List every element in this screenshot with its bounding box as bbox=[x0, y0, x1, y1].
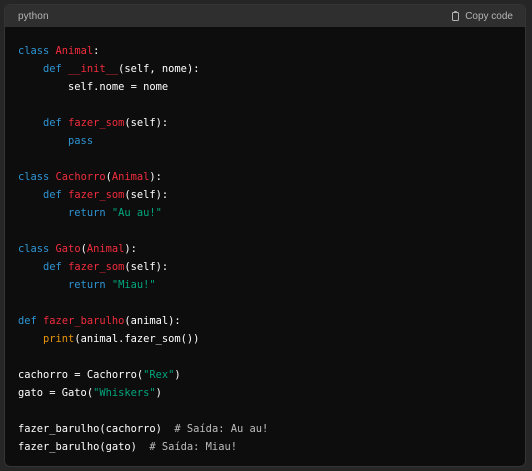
code-text: cachorro = Cachorro( bbox=[18, 368, 144, 381]
identifier-token: fazer_barulho bbox=[43, 314, 125, 327]
code-text: (self): bbox=[124, 116, 169, 129]
code-line: class Animal: bbox=[18, 42, 525, 60]
identifier-token: fazer_som bbox=[68, 116, 125, 129]
keyword-token: pass bbox=[68, 134, 94, 147]
code-text: : bbox=[93, 44, 100, 57]
code-text: (self): bbox=[124, 260, 169, 273]
code-line: pass bbox=[18, 132, 525, 150]
code-line: def fazer_barulho(animal): bbox=[18, 312, 525, 330]
code-text: gato = Gato( bbox=[18, 386, 94, 399]
keyword-token: def bbox=[18, 314, 37, 327]
code-block-header: python Copy code bbox=[5, 5, 525, 27]
identifier-token: Animal bbox=[55, 44, 94, 57]
code-line: self.nome = nome bbox=[18, 78, 525, 96]
code-line: def fazer_som(self): bbox=[18, 258, 525, 276]
identifier-token: Gato bbox=[55, 242, 81, 255]
code-line: cachorro = Cachorro("Rex") bbox=[18, 366, 525, 384]
code-content[interactable]: class Animal: def __init__(self, nome): … bbox=[5, 27, 525, 456]
keyword-token: def bbox=[43, 116, 62, 129]
code-text: ): bbox=[124, 242, 137, 255]
code-line: fazer_barulho(cachorro) # Saída: Au au! bbox=[18, 420, 525, 438]
code-text: (self, nome): bbox=[118, 62, 200, 75]
code-line: def fazer_som(self): bbox=[18, 186, 525, 204]
code-line: return "Au au!" bbox=[18, 204, 525, 222]
code-line: gato = Gato("Whiskers") bbox=[18, 384, 525, 402]
string-token: "Miau!" bbox=[111, 278, 156, 291]
code-text: ) bbox=[174, 368, 181, 381]
comment-token: # Saída: Au au! bbox=[174, 422, 269, 435]
code-block: python Copy code class Animal: def __ini… bbox=[4, 4, 526, 467]
code-line: def fazer_som(self): bbox=[18, 114, 525, 132]
code-line: class Gato(Animal): bbox=[18, 240, 525, 258]
code-line: fazer_barulho(gato) # Saída: Miau! bbox=[18, 438, 525, 456]
language-label: python bbox=[18, 10, 49, 22]
comment-token: # Saída: Miau! bbox=[149, 440, 237, 453]
code-line: class Cachorro(Animal): bbox=[18, 168, 525, 186]
code-text: fazer_barulho(cachorro) bbox=[18, 422, 175, 435]
identifier-token: __init__ bbox=[68, 62, 119, 75]
keyword-token: class bbox=[18, 242, 50, 255]
clipboard-icon bbox=[451, 10, 461, 22]
string-token: "Whiskers" bbox=[93, 386, 156, 399]
identifier-token: fazer_som bbox=[68, 260, 125, 273]
code-text: (animal): bbox=[124, 314, 181, 327]
code-text: fazer_barulho(gato) bbox=[18, 440, 150, 453]
keyword-token: return bbox=[68, 278, 106, 291]
code-text: ) bbox=[155, 386, 162, 399]
code-line: return "Miau!" bbox=[18, 276, 525, 294]
code-line: def __init__(self, nome): bbox=[18, 60, 525, 78]
keyword-token: class bbox=[18, 170, 50, 183]
code-text: (self): bbox=[124, 188, 169, 201]
code-text: (animal.fazer_som()) bbox=[74, 332, 200, 345]
code-text: ): bbox=[149, 170, 162, 183]
keyword-token: def bbox=[43, 188, 62, 201]
builtin-token: print bbox=[43, 332, 75, 345]
identifier-token: Cachorro bbox=[55, 170, 106, 183]
string-token: "Au au!" bbox=[111, 206, 162, 219]
copy-code-label: Copy code bbox=[465, 10, 513, 22]
identifier-token: Animal bbox=[111, 170, 150, 183]
identifier-token: Animal bbox=[86, 242, 125, 255]
keyword-token: return bbox=[68, 206, 106, 219]
copy-code-button[interactable]: Copy code bbox=[451, 10, 513, 22]
keyword-token: def bbox=[43, 260, 62, 273]
keyword-token: class bbox=[18, 44, 50, 57]
code-line: print(animal.fazer_som()) bbox=[18, 330, 525, 348]
identifier-token: fazer_som bbox=[68, 188, 125, 201]
code-text: self.nome = nome bbox=[18, 80, 169, 93]
string-token: "Rex" bbox=[143, 368, 175, 381]
keyword-token: def bbox=[43, 62, 62, 75]
